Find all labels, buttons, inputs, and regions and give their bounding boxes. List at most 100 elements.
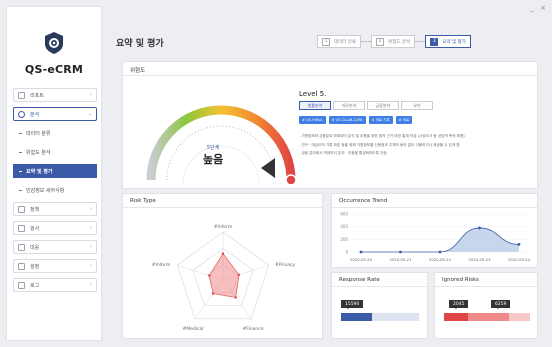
step-3[interactable]: 3 요약 및 평가: [425, 35, 471, 48]
app-name: QS-eCRM: [24, 63, 84, 76]
radar-chart: #Inform #Privacy #Finance #Medical #Inform: [152, 224, 296, 332]
trend-point: [517, 243, 521, 246]
sidebar: QS-eCRM 리포트 › 분석 ⌄ 데이터 분류 위험도 분석 요약 및 평가…: [6, 6, 102, 341]
sidebar-subitem-risk-analysis[interactable]: 위험도 분석: [13, 145, 97, 159]
sidebar-item-report[interactable]: 리포트 ›: [13, 88, 97, 102]
step-number: 2: [376, 37, 385, 46]
radar-axis-label: #Privacy: [275, 262, 295, 268]
ignored-risks-panel: Ignored Risks 2045 6259: [434, 272, 538, 339]
risk-tabs: 법률분야 의료분야 금융분야 요약: [299, 101, 527, 110]
sidebar-subitem-summary[interactable]: 요약 및 평가: [13, 164, 97, 178]
step-1[interactable]: 1 데이터 분류: [317, 35, 362, 48]
risk-level-title: Level 5.: [299, 90, 327, 98]
risk-panel-title: 위험도: [123, 62, 537, 76]
trend-area: [361, 227, 519, 252]
gauge-needle: [261, 158, 275, 178]
step-label: 요약 및 평가: [442, 39, 466, 45]
sidebar-item-response[interactable]: 대응 ›: [13, 240, 97, 254]
radar-axis-label: #Inform: [214, 224, 232, 230]
tab-finance[interactable]: 금융분야: [367, 101, 399, 110]
trend-x-tick: 2020-09-24: [508, 257, 531, 262]
tag: # US-CA-AB-1298: [328, 116, 366, 124]
response-bar-fill: [341, 313, 373, 321]
close-button[interactable]: ×: [540, 4, 546, 12]
response-value-label: 15590: [341, 300, 364, 309]
shield-logo-icon: [45, 32, 63, 54]
risk-note: - 연구 · 마금이직 기록 보존 등을 위해 가명정보를 신용정보 주체의 동…: [299, 142, 460, 147]
sidebar-item-inspection[interactable]: 검사 ›: [13, 221, 97, 235]
chevron-right-icon: ›: [90, 225, 92, 231]
radar-series-area: [208, 252, 240, 298]
trend-point: [478, 226, 481, 230]
step-indicator: 1 데이터 분류 2 위험도 분석 3 요약 및 평가: [317, 35, 471, 48]
sidebar-item-label: 리포트: [30, 92, 44, 99]
sidebar-item-label: 분석: [30, 111, 40, 118]
scan-icon: [18, 224, 25, 232]
sidebar-item-log[interactable]: 로그 ›: [13, 278, 97, 292]
chevron-right-icon: ›: [90, 92, 92, 98]
page-title: 요약 및 평가: [116, 39, 164, 49]
chevron-right-icon: ›: [90, 282, 92, 288]
sidebar-item-label: 로그: [30, 282, 40, 289]
policy-icon: [18, 205, 25, 213]
trend-point: [359, 250, 363, 254]
log-icon: [18, 281, 25, 289]
ignored-bar-fill-a: [444, 313, 469, 321]
radar-point: [208, 274, 211, 277]
sidebar-item-settings[interactable]: 설정 ›: [13, 259, 97, 273]
tab-medical[interactable]: 의료분야: [333, 101, 365, 110]
step-label: 데이터 분류: [334, 39, 357, 45]
response-rate-title: Response Rate: [332, 273, 427, 287]
occurrence-trend-title: Occurrence Trend: [332, 194, 537, 208]
trend-x-tick: 2020-09-22: [429, 257, 452, 262]
sidebar-subitem-sensitive-details[interactable]: 민감정보 세부사항: [13, 183, 97, 197]
radar-point: [237, 273, 241, 277]
step-number: 3: [430, 37, 439, 46]
risk-notes: - 가명정보와 금융분야 마데이터 분석 및 이용을 위한 법적 근거 마련 통…: [299, 132, 527, 158]
step-label: 위험도 분석: [388, 39, 411, 45]
ignored-bar-track: [444, 313, 530, 321]
step-number: 1: [322, 37, 330, 46]
risk-info: Level 5. 법률분야 의료분야 금융분야 요약 # US-HIPAA # …: [299, 90, 527, 158]
radar-axis-label: #Finance: [243, 326, 264, 332]
tab-summary[interactable]: 요약: [401, 101, 433, 110]
gauge-level-label: 5단계: [206, 145, 220, 151]
chevron-right-icon: ›: [90, 244, 92, 250]
sidebar-item-label: 대응: [30, 244, 40, 251]
chart-icon: [18, 91, 25, 99]
sidebar-subitem-data-classification[interactable]: 데이터 분류: [13, 126, 97, 140]
risk-panel: 위험도 5단계 높음 Level 5. 법률분야 의료분야 금융분야 요약 # …: [122, 61, 538, 189]
step-connector: [361, 41, 372, 42]
gauge-marker: [285, 174, 297, 184]
risk-note: - 금융 분야에서 빅데이터 분석 · 이용을 활성화하도록 규정: [299, 151, 387, 155]
risk-type-panel: Risk Type #Inform #Privacy #Finance #Medica…: [122, 193, 323, 339]
gear-icon: [18, 262, 25, 270]
trend-point: [438, 250, 442, 254]
chevron-right-icon: ›: [90, 206, 92, 212]
sidebar-item-policy[interactable]: 정책 ›: [13, 202, 97, 216]
step-2[interactable]: 2 위험도 분석: [371, 35, 416, 48]
sidebar-item-label: 검사: [30, 225, 40, 232]
radar-point: [221, 252, 225, 255]
minimize-button[interactable]: _: [531, 4, 535, 12]
step-connector: [415, 41, 426, 42]
sidebar-item-label: 설정: [30, 263, 40, 270]
chevron-right-icon: ›: [90, 263, 92, 269]
tab-legal[interactable]: 법률분야: [299, 101, 331, 110]
trend-y-tick: 0: [345, 250, 348, 255]
risk-tags: # US-HIPAA # US-CA-AB-1298 # 의료 기록 # 의료: [299, 116, 527, 124]
trend-chart: 600 400 200 02020-09-20 2020-09-21 2020-09-22…: [340, 212, 531, 263]
response-rate-panel: Response Rate 15590: [331, 272, 428, 339]
radar-point: [234, 296, 237, 299]
sidebar-menu: 리포트 › 분석 ⌄ 데이터 분류 위험도 분석 요약 및 평가 민감정보 세부…: [13, 88, 97, 297]
ignored-value-label: 6259: [491, 300, 511, 309]
ignored-risks-title: Ignored Risks: [435, 273, 537, 287]
trend-y-tick: 200: [340, 237, 348, 242]
radar-point: [211, 292, 215, 295]
response-bar-track: [341, 313, 419, 321]
risk-type-title: Risk Type: [123, 194, 322, 208]
radar-axis-label: #Medical: [182, 326, 203, 332]
sidebar-item-analysis[interactable]: 분석 ⌄: [13, 107, 97, 121]
chevron-down-icon: ⌄: [87, 111, 92, 117]
window-controls: _ ×: [531, 4, 546, 12]
